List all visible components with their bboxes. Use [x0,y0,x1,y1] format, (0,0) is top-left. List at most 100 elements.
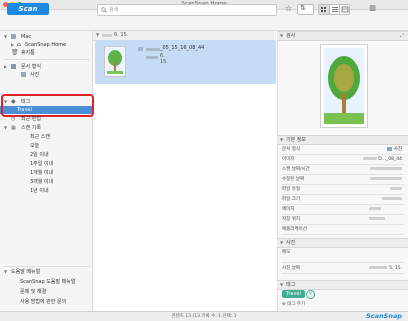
info-key: 저장 위치 [282,217,300,222]
info-key: 애플리케이션 [282,227,307,232]
sidebar-item-label: 최근 스캔 [30,134,50,140]
search-placeholder: 검색 [109,7,119,13]
sidebar-item-label: 문서 형식 [21,64,41,70]
info-key: 수정된 날짜 [282,177,305,182]
list-view-icon[interactable] [329,5,339,14]
home-icon: ⌂ [17,41,21,48]
info-row: 스캔 날짜/시간 [282,165,404,175]
help-link[interactable]: 사용 방법에 관한 문의 [0,298,92,306]
info-value-wrap[interactable]: 5. 15. [369,264,402,273]
expand-icon[interactable]: ⤢ [400,32,404,40]
sidebar-item-label: 사진 [30,72,40,78]
add-tag-button[interactable]: ⊕ 태그 추가 [282,301,305,307]
sidebar-item-photo[interactable]: 사진 [0,71,92,79]
sidebar-item-label: 최근 편집 [21,116,41,122]
sidebar-item-mac[interactable]: ▼ Mac [0,33,92,41]
tree-photo-icon [105,47,125,76]
sidebar-item-date[interactable]: 1개월 이내 [0,169,92,177]
redacted-text [363,157,378,160]
sidebar-item-label: ScanSnap Home [25,42,67,48]
info-key: 사진 날짜 [282,266,300,271]
section-title: 태그 [286,282,296,288]
sidebar-item-scan-date[interactable]: ▼ ▦ 스캔 기록 [0,124,92,132]
tag-chip[interactable]: Travel [282,290,305,298]
redacted-text [146,56,158,59]
sidebar-item-label: 스캔 기록 [21,125,41,131]
panel-icon[interactable]: ▥ [368,4,377,13]
sidebar-item-date[interactable]: 1년 이내 [0,187,92,195]
info-row: 메모 [282,248,404,263]
redacted-text [369,217,385,220]
disclosure-icon: ▼ [280,33,284,38]
disclosure-icon: ▼ [4,269,8,274]
add-tag-label: 태그 추가 [287,302,306,307]
sidebar-item-date[interactable]: 1주일 이내 [0,160,92,168]
sidebar-item-label: 휴지통 [21,50,35,56]
section-title: 사진 [286,240,296,246]
redacted-text [146,48,160,51]
search-icon [101,7,107,13]
sidebar-item-recent[interactable]: ◷ 최근 편집 [0,115,92,123]
info-key: 페이지 [282,207,295,212]
photo-section-header[interactable]: ▼ 사진 [277,238,408,248]
help-link-label: ScanSnap 도움말 매뉴얼 [20,279,76,285]
info-row: 저장 위치 [282,215,404,225]
sidebar-item-date[interactable]: 2일 이내 [0,151,92,159]
sort-button[interactable]: ⇅ [297,4,314,15]
help-link[interactable]: ScanSnap 도움말 매뉴얼 [0,278,92,286]
sidebar-item-date[interactable]: 오늘 [0,142,92,150]
detail-view-icon[interactable] [339,5,349,14]
preview-section-header[interactable]: ▼ 검사 ⤢ [277,31,408,41]
disclosure-icon: ▼ [280,282,284,287]
preview-image [320,44,368,128]
tree-photo-icon [324,48,364,124]
section-title: 검사 [286,33,296,39]
tag-section-header[interactable]: ▼ 태그 [277,280,408,290]
sidebar-item-label: 1주일 이내 [30,161,54,167]
info-row: 수정된 날짜 [282,175,404,185]
status-text: 콘텐츠 13 (13 기록 수: 1 선택: 1 [171,314,237,319]
group-header-label: 6. 15. [114,32,129,38]
sidebar-item-label: 1개월 이내 [30,170,54,176]
star-icon[interactable]: ☆ [284,4,293,13]
help-link-label: 사용 방법에 관한 문의 [20,299,67,305]
computer-icon [11,34,16,39]
help-link[interactable]: 문제 및 해결 [0,288,92,296]
search-field[interactable]: 검색 [97,4,277,16]
grid-view-icon[interactable] [319,5,329,14]
redacted-text [102,34,112,37]
view-mode-group [318,4,350,15]
disclosure-icon: ▼ [4,34,8,39]
basic-info-section-header[interactable]: ▼ 기본 정보 [277,135,408,145]
photo-icon [21,72,26,77]
sidebar-item-doc-type[interactable]: ▶ 문서 형식 [0,63,92,71]
info-value-wrap[interactable]: D..._08_44 [363,155,402,164]
info-value-wrap[interactable]: 사진 [386,145,402,154]
clock-icon: ◷ [11,116,16,122]
sidebar-item-label: 오늘 [30,143,40,149]
photo-type-icon [138,47,143,51]
info-row: 사진 날짜 5. 15. [282,264,404,274]
info-row: 파일 크기 [282,195,404,205]
disclosure-icon: ▼ [280,137,284,142]
info-key: 파일 유형 [282,187,300,192]
sidebar-item-label: 1년 이내 [30,188,49,194]
info-row: 애플리케이션 [282,225,404,235]
sidebar-item-date[interactable]: 3개월 이내 [0,178,92,186]
brand-logo: ScanSnap [366,312,402,320]
section-title: 기본 정보 [286,137,306,143]
sidebar-item-scansnap-home[interactable]: ▶ ⌂ ScanSnap Home [0,41,92,49]
remove-tag-icon[interactable]: × [306,290,315,299]
disclosure-icon: ▼ [96,32,100,37]
document-thumbnail [104,46,126,77]
info-row: 파일 유형 [282,185,404,195]
sidebar-item-date[interactable]: 최근 스캔 [0,133,92,141]
disclosure-icon: ▼ [280,240,284,245]
disclosure-icon: ▼ [4,125,8,130]
document-date: 6. 15. [160,53,168,65]
redacted-text [370,167,402,170]
sidebar-item-trash[interactable]: 🗑 휴지통 [0,49,92,57]
highlight-box [1,94,94,117]
sidebar-item-help[interactable]: ▼ 도움말 메뉴얼 [0,268,92,276]
scan-button[interactable]: Scan [7,3,49,15]
